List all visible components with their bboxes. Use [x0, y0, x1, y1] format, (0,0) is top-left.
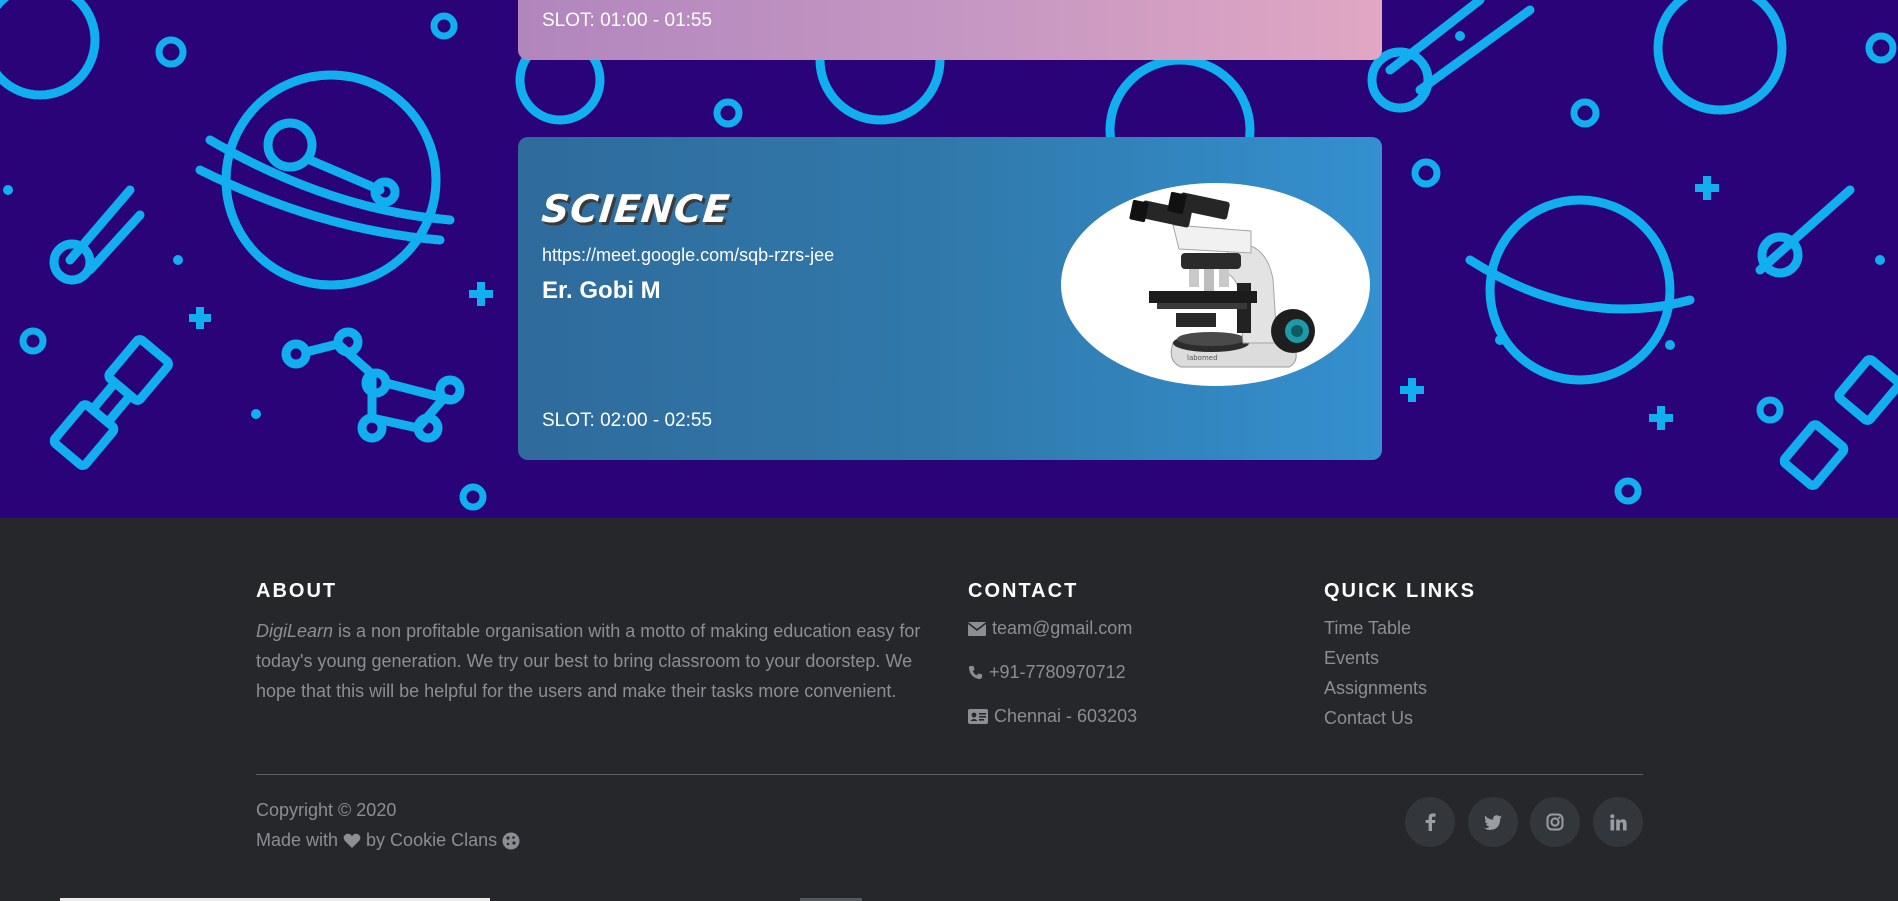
quick-link-events[interactable]: Events	[1324, 648, 1379, 669]
contact-address: Chennai - 603203	[968, 706, 1137, 727]
microscope-icon: labomed	[1129, 191, 1315, 368]
microscope-image: labomed	[1061, 183, 1370, 386]
quick-link-assignments[interactable]: Assignments	[1324, 678, 1427, 699]
satellite-icon-right	[1779, 355, 1898, 490]
brand-name: DigiLearn	[256, 621, 334, 641]
class-card-science: SCIENCE https://meet.google.com/sqb-rzrs…	[518, 137, 1382, 460]
footer-divider	[256, 774, 1643, 775]
slot-time: SLOT: 01:00 - 01:55	[542, 10, 713, 31]
plus-icon	[469, 282, 493, 306]
twitter-icon[interactable]	[1468, 797, 1518, 847]
quick-link-time-table[interactable]: Time Table	[1324, 618, 1411, 639]
comet-icon-right	[1755, 185, 1855, 275]
linkedin-glyph	[1609, 813, 1627, 830]
meet-link[interactable]: https://meet.google.com/sqb-rzrs-jee	[542, 245, 834, 266]
contact-address-text: Chennai - 603203	[994, 706, 1138, 726]
planet-icon	[221, 70, 441, 290]
heart-icon	[343, 833, 361, 848]
quick-link-contact-us[interactable]: Contact Us	[1324, 708, 1413, 729]
made-with-suffix: by Cookie Clans	[366, 830, 498, 850]
quick-links-heading: QUICK LINKS	[1324, 580, 1476, 602]
contact-phone-text: +91-7780970712	[989, 662, 1126, 682]
slot-time: SLOT: 02:00 - 02:55	[542, 410, 713, 431]
about-heading: ABOUT	[256, 580, 338, 602]
satellite-icon	[49, 335, 173, 470]
copyright-text: Copyright © 2020	[256, 800, 397, 820]
made-with-credit: Made with by Cookie Clans	[256, 830, 520, 851]
phone-icon	[968, 665, 983, 680]
made-with-prefix: Made with	[256, 830, 339, 850]
instagram-glyph	[1546, 813, 1564, 831]
site-footer: ABOUT DigiLearn is a non profitable orga…	[0, 518, 1898, 901]
moon-icon	[0, 0, 100, 100]
contact-email-text: team@gmail.com	[992, 618, 1133, 638]
linkedin-icon[interactable]	[1593, 797, 1643, 847]
subject-title: SCIENCE	[539, 187, 733, 231]
twitter-glyph	[1484, 814, 1502, 830]
cookie-icon	[502, 832, 520, 849]
envelope-icon	[968, 621, 986, 636]
contact-phone[interactable]: +91-7780970712	[968, 662, 1126, 683]
constellation-icon	[281, 327, 465, 443]
planet-icon-right-top	[1653, 0, 1787, 115]
svg-text:labomed: labomed	[1187, 354, 1218, 362]
facebook-glyph	[1425, 813, 1436, 831]
contact-heading: CONTACT	[968, 580, 1079, 602]
contact-email[interactable]: team@gmail.com	[968, 618, 1132, 639]
about-text: DigiLearn is a non profitable organisati…	[256, 616, 936, 706]
class-card-previous: SLOT: 01:00 - 01:55	[518, 0, 1382, 60]
instagram-icon[interactable]	[1530, 797, 1580, 847]
facebook-icon[interactable]	[1405, 797, 1455, 847]
address-card-icon	[968, 709, 988, 724]
about-description: is a non profitable organisation with a …	[256, 621, 921, 701]
teacher-name: Er. Gobi M	[542, 277, 661, 304]
